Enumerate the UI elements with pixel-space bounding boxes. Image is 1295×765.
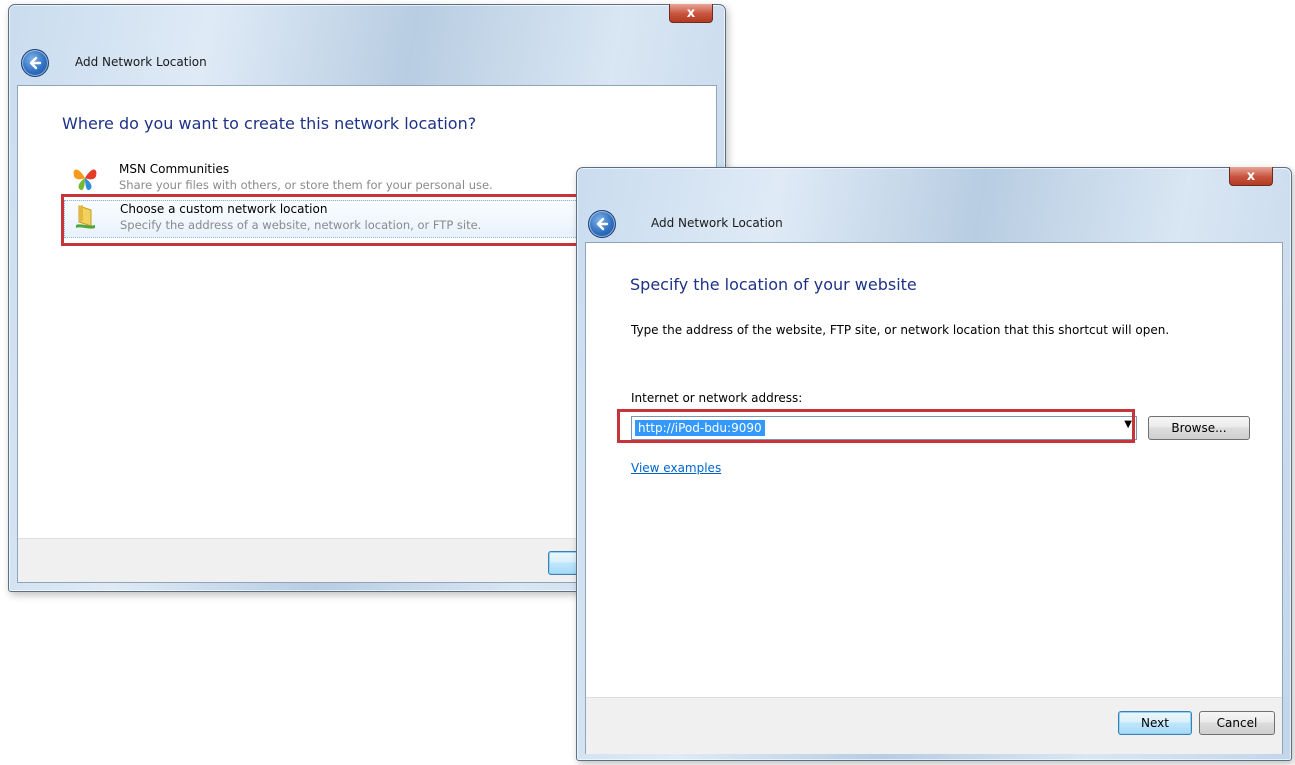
window-title: Add Network Location: [651, 216, 783, 230]
dropdown-arrow-icon[interactable]: ▼: [1124, 419, 1132, 430]
view-examples-link[interactable]: View examples: [631, 461, 721, 475]
page-heading: Specify the location of your website: [630, 275, 917, 294]
close-icon: x: [1246, 168, 1256, 184]
network-folder-icon: [73, 204, 99, 232]
address-combobox[interactable]: http://iPod-bdu:9090 ▼: [631, 416, 1137, 440]
address-label: Internet or network address:: [631, 391, 803, 405]
option-custom-network-location[interactable]: Choose a custom network location Specify…: [64, 200, 626, 238]
browse-button[interactable]: Browse...: [1148, 416, 1250, 440]
close-icon: x: [686, 5, 696, 21]
address-value[interactable]: http://iPod-bdu:9090: [635, 420, 765, 436]
option-msn-communities[interactable]: MSN Communities Share your files with ot…: [64, 161, 624, 197]
window-title: Add Network Location: [75, 55, 207, 69]
msn-butterfly-icon: [72, 164, 98, 192]
back-arrow-icon: [596, 217, 609, 231]
next-button[interactable]: Next: [1118, 711, 1192, 735]
close-button[interactable]: x: [1229, 167, 1273, 186]
back-button[interactable]: [588, 210, 616, 238]
back-arrow-icon: [29, 56, 42, 70]
option-title: Choose a custom network location: [120, 202, 328, 216]
close-button[interactable]: x: [669, 4, 713, 23]
back-button[interactable]: [21, 49, 49, 77]
dialog-footer: Next Cancel: [586, 697, 1282, 754]
option-title: MSN Communities: [119, 162, 230, 176]
option-description: Specify the address of a website, networ…: [120, 218, 482, 232]
dialog-content: Specify the location of your website Typ…: [585, 242, 1283, 754]
option-description: Share your files with others, or store t…: [119, 178, 493, 192]
instructions-text: Type the address of the website, FTP sit…: [631, 323, 1170, 337]
cancel-button[interactable]: Cancel: [1199, 711, 1275, 735]
page-heading: Where do you want to create this network…: [62, 114, 477, 133]
add-network-location-dialog-front: x Add Network Location Specify the locat…: [576, 167, 1292, 761]
